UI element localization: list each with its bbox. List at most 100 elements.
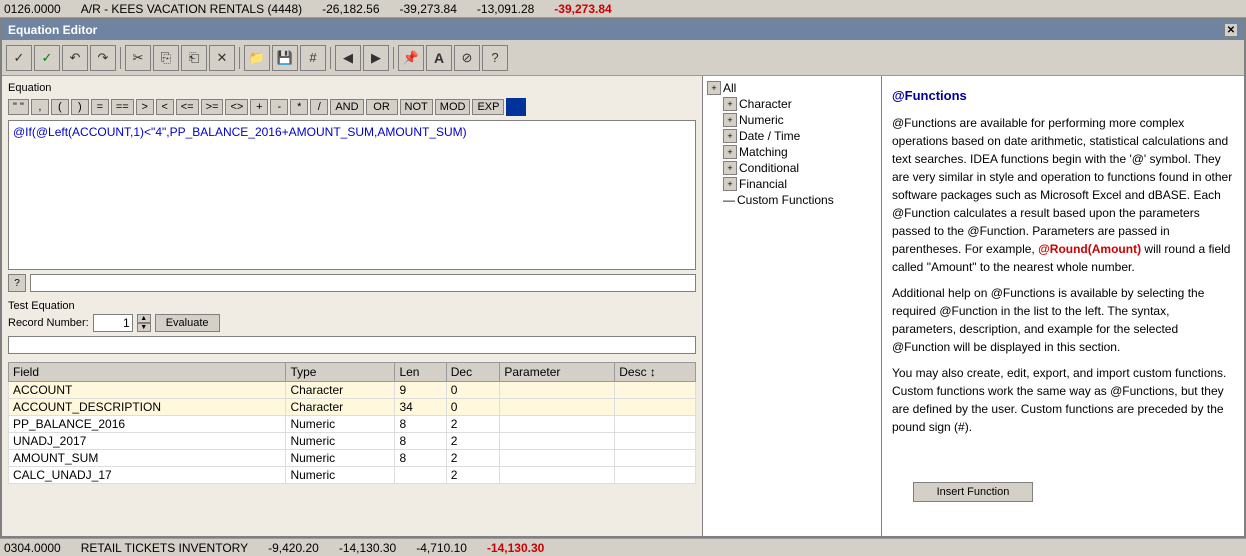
op-gte[interactable]: >=	[201, 99, 224, 115]
equation-label: Equation	[8, 82, 696, 94]
tree-label-datetime: Date / Time	[739, 129, 800, 143]
tree-item-numeric[interactable]: + Numeric	[703, 112, 881, 128]
table-row[interactable]: PP_BALANCE_2016Numeric82	[9, 416, 696, 433]
spacer-custom: —	[723, 193, 737, 207]
bottom-col6: -14,130.30	[487, 541, 544, 555]
op-comma[interactable]: ,	[31, 99, 49, 115]
insert-function-button[interactable]: Insert Function	[913, 482, 1033, 502]
table-row[interactable]: ACCOUNT_DESCRIPTIONCharacter340	[9, 399, 696, 416]
test-equation-section: Test Equation Record Number: ▲ ▼ Evaluat…	[8, 296, 696, 362]
toolbar-paste-btn[interactable]: ⎗	[181, 45, 207, 71]
cell-len: 9	[395, 382, 446, 399]
expander-conditional: +	[723, 161, 737, 175]
table-row[interactable]: UNADJ_2017Numeric82	[9, 433, 696, 450]
cell-param	[500, 467, 615, 484]
col-len: Len	[395, 363, 446, 382]
tree-item-all[interactable]: + All	[703, 80, 881, 96]
cell-len: 34	[395, 399, 446, 416]
op-and[interactable]: AND	[330, 99, 363, 115]
help-input[interactable]	[30, 274, 696, 292]
tree-item-character[interactable]: + Character	[703, 96, 881, 112]
op-gt[interactable]: >	[136, 99, 154, 115]
op-color-box	[506, 98, 526, 116]
bottom-col5: -4,710.10	[416, 541, 467, 555]
op-lte[interactable]: <=	[176, 99, 199, 115]
op-or[interactable]: OR	[366, 99, 398, 115]
tree-item-custom[interactable]: — Custom Functions	[703, 192, 881, 208]
spin-up[interactable]: ▲	[137, 314, 151, 323]
op-plus[interactable]: +	[250, 99, 268, 115]
equation-textarea[interactable]: @If(@Left(ACCOUNT,1)<"4",PP_BALANCE_2016…	[8, 120, 696, 270]
op-minus[interactable]: -	[270, 99, 288, 115]
cell-field: AMOUNT_SUM	[9, 450, 286, 467]
toolbar-redo-btn[interactable]: ↷	[90, 45, 116, 71]
tree-item-conditional[interactable]: + Conditional	[703, 160, 881, 176]
toolbar-no-btn[interactable]: ⊘	[454, 45, 480, 71]
op-mod[interactable]: MOD	[435, 99, 471, 115]
toolbar-delete-btn[interactable]: ✕	[209, 45, 235, 71]
top-col2: A/R - KEES VACATION RENTALS (4448)	[81, 2, 302, 16]
cell-dec: 0	[446, 382, 500, 399]
expander-datetime: +	[723, 129, 737, 143]
top-status-bar: 0126.0000 A/R - KEES VACATION RENTALS (4…	[0, 0, 1246, 18]
insert-fn-area: Insert Function	[882, 478, 1234, 506]
tree-item-datetime[interactable]: + Date / Time	[703, 128, 881, 144]
op-close-paren[interactable]: )	[71, 99, 89, 115]
tree-label-financial: Financial	[739, 177, 787, 191]
toolbar-check-btn[interactable]: ✓	[6, 45, 32, 71]
toolbar-undo-btn[interactable]: ↶	[62, 45, 88, 71]
op-eq[interactable]: =	[91, 99, 109, 115]
col-parameter: Parameter	[500, 363, 615, 382]
table-row[interactable]: AMOUNT_SUMNumeric82	[9, 450, 696, 467]
tree-label-character: Character	[739, 97, 792, 111]
op-exp[interactable]: EXP	[472, 99, 504, 115]
col-desc: Desc ↕	[615, 363, 696, 382]
toolbar-open-btn[interactable]: 📁	[244, 45, 270, 71]
op-quote-space[interactable]: " "	[8, 99, 29, 115]
bottom-col2: RETAIL TICKETS INVENTORY	[81, 541, 248, 555]
toolbar-check2-btn[interactable]: ✓	[34, 45, 60, 71]
op-open-paren[interactable]: (	[51, 99, 69, 115]
table-row[interactable]: ACCOUNTCharacter90	[9, 382, 696, 399]
help-button[interactable]: ?	[8, 274, 26, 292]
col-type: Type	[286, 363, 395, 382]
record-number-input[interactable]	[93, 314, 133, 332]
evaluate-button[interactable]: Evaluate	[155, 314, 220, 332]
close-button[interactable]: ✕	[1224, 23, 1238, 37]
help-para2: Additional help on @Functions is availab…	[892, 284, 1234, 356]
table-row[interactable]: CALC_UNADJ_17Numeric2	[9, 467, 696, 484]
toolbar-help-btn[interactable]: ?	[482, 45, 508, 71]
op-ne[interactable]: <>	[225, 99, 248, 115]
toolbar-copy-btn[interactable]: ⎘	[153, 45, 179, 71]
op-slash[interactable]: /	[310, 99, 328, 115]
window-title: Equation Editor	[8, 23, 97, 37]
cell-param	[500, 416, 615, 433]
bottom-col4: -14,130.30	[339, 541, 396, 555]
expander-financial: +	[723, 177, 737, 191]
cell-param	[500, 382, 615, 399]
toolbar-hash-btn[interactable]: #	[300, 45, 326, 71]
op-lt[interactable]: <	[156, 99, 174, 115]
tree-item-financial[interactable]: + Financial	[703, 176, 881, 192]
toolbar-save-btn[interactable]: 💾	[272, 45, 298, 71]
toolbar-next-btn[interactable]: ▶	[363, 45, 389, 71]
top-col3: -26,182.56	[322, 2, 379, 16]
tree-item-matching[interactable]: + Matching	[703, 144, 881, 160]
toolbar-cut-btn[interactable]: ✂	[125, 45, 151, 71]
sep3	[330, 47, 331, 69]
spin-down[interactable]: ▼	[137, 323, 151, 332]
sep2	[239, 47, 240, 69]
fields-table-container[interactable]: Field Type Len Dec Parameter Desc ↕ ACCO…	[8, 362, 696, 492]
op-star[interactable]: *	[290, 99, 308, 115]
toolbar-prev-btn[interactable]: ◀	[335, 45, 361, 71]
help-para1: @Functions are available for performing …	[892, 114, 1234, 276]
toolbar-pin-btn[interactable]: 📌	[398, 45, 424, 71]
sep4	[393, 47, 394, 69]
cell-dec: 2	[446, 433, 500, 450]
cell-type: Numeric	[286, 416, 395, 433]
op-not[interactable]: NOT	[400, 99, 433, 115]
test-equation-label: Test Equation	[8, 300, 696, 312]
op-eqeq[interactable]: ==	[111, 99, 134, 115]
toolbar-font-btn[interactable]: A	[426, 45, 452, 71]
content-area: Equation " " , ( ) = == > < <= >= <> + -…	[2, 76, 1244, 536]
